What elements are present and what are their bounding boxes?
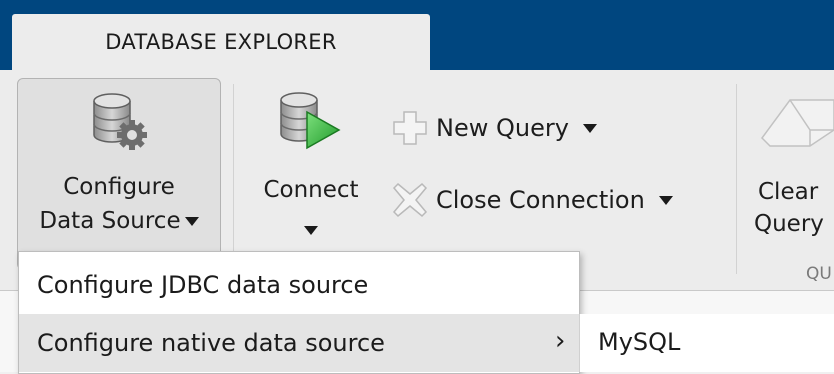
chevron-right-icon: ›: [555, 326, 566, 356]
new-query-label: New Query: [436, 114, 569, 142]
configure-label-line1: Configure: [63, 174, 175, 200]
clear-query-label-line2: Query: [754, 211, 824, 237]
tab-label: DATABASE EXPLORER: [105, 29, 337, 54]
menu-item-configure-jdbc[interactable]: Configure JDBC data source: [19, 256, 579, 314]
configure-data-source-menu: Configure JDBC data source Configure nat…: [18, 251, 580, 374]
clear-query-label-line1: Clear: [758, 179, 819, 205]
configure-label-line2-row: Data Source: [18, 205, 220, 237]
chevron-down-icon: [582, 123, 597, 133]
configure-label-line2: Data Source: [39, 208, 181, 234]
clear-query-button[interactable]: Clear Query: [748, 78, 834, 270]
tab-database-explorer[interactable]: DATABASE EXPLORER: [12, 14, 430, 71]
close-connection-label: Close Connection: [436, 186, 645, 214]
chevron-down-icon: [304, 226, 318, 235]
menu-item-label: Configure native data source: [37, 329, 385, 357]
separator: [736, 84, 737, 274]
menu-item-label: Configure JDBC data source: [37, 271, 369, 299]
configure-data-source-button[interactable]: Configure Data Source: [17, 78, 221, 270]
database-gear-icon: [93, 93, 147, 150]
new-query-button[interactable]: New Query: [390, 108, 597, 148]
plus-icon: [393, 111, 427, 145]
chevron-down-icon: [658, 195, 673, 205]
chevron-down-icon: [184, 217, 199, 226]
close-icon: [392, 182, 428, 218]
eraser-icon: [761, 99, 834, 147]
close-connection-button[interactable]: Close Connection: [390, 180, 673, 220]
connect-label: Connect: [263, 177, 359, 203]
section-label-query: QU: [806, 264, 832, 284]
connect-button[interactable]: Connect: [246, 78, 376, 270]
separator: [233, 84, 234, 274]
menu-item-configure-native[interactable]: Configure native data source ›: [19, 314, 579, 372]
submenu-item-mysql[interactable]: MySQL: [598, 328, 680, 356]
native-data-source-submenu: MySQL: [579, 314, 834, 372]
database-connect-icon: [280, 92, 341, 150]
